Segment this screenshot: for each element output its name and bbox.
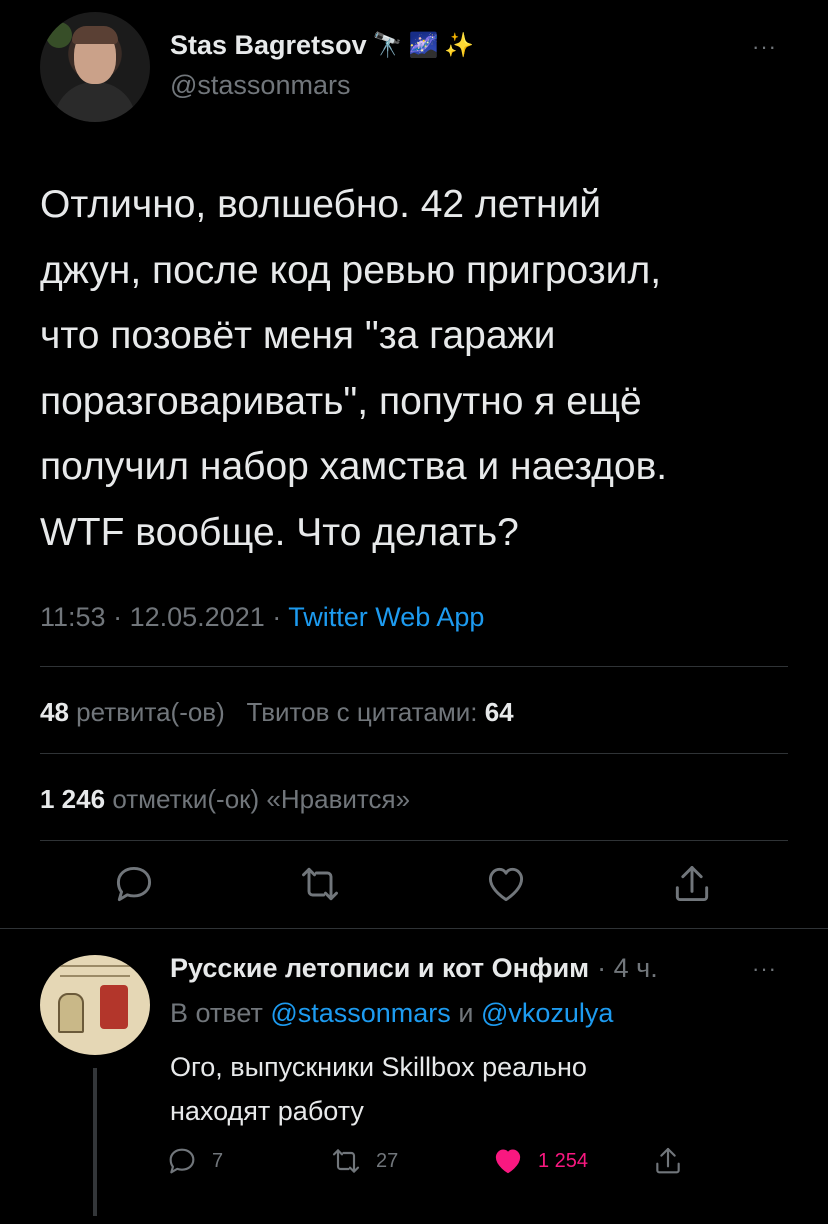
reply-prefix: В ответ: [170, 998, 263, 1028]
milky-way-emoji-icon: 🌌: [408, 31, 439, 59]
reply-share-button[interactable]: [652, 1145, 684, 1177]
divider: [40, 753, 788, 754]
sparkles-emoji-icon: ✨: [444, 31, 475, 59]
likes-count: 1 246: [40, 784, 106, 814]
avatar-background-light: [46, 22, 72, 48]
author-avatar[interactable]: [40, 12, 150, 122]
share-icon: [656, 1147, 680, 1174]
reply-author-name[interactable]: Русские летописи и кот Онфим: [170, 953, 589, 984]
reply-retweets-count: 27: [376, 1149, 399, 1172]
tweet-date: 12.05.2021: [129, 602, 265, 632]
section-divider: [0, 928, 828, 929]
mention-link[interactable]: @vkozulya: [481, 998, 613, 1028]
tweet-time: 11:53: [40, 602, 106, 632]
heart-icon[interactable]: [484, 862, 528, 906]
reply-text: Ого, выпускники Skillbox реально находят…: [170, 1052, 587, 1126]
avatar-hair: [72, 26, 118, 44]
reply-like-button[interactable]: 1 254: [492, 1145, 588, 1177]
avatar-hood: [54, 82, 136, 122]
author-name-row[interactable]: Stas Bagretsov 🔭 🌌 ✨: [170, 30, 474, 61]
reply-icon[interactable]: [112, 862, 156, 906]
tweet-meta: 11:53 · 12.05.2021 · Twitter Web App: [40, 602, 484, 633]
reply-replies-count: 7: [212, 1149, 224, 1172]
meta-separator: ·: [272, 602, 282, 632]
reply-author-avatar[interactable]: [40, 955, 150, 1055]
retweet-icon: [332, 1149, 360, 1173]
reply-to-line: В ответ @stassonmars и @vkozulya: [170, 998, 613, 1029]
avatar-figure-right: [100, 985, 128, 1029]
more-options-icon[interactable]: ···: [752, 34, 777, 60]
author-handle[interactable]: @stassonmars: [170, 70, 350, 101]
tweet-source-link[interactable]: Twitter Web App: [288, 602, 484, 632]
likes-stats[interactable]: 1 246 отметки(-ок) «Нравится»: [40, 784, 410, 815]
quotes-count: 64: [484, 697, 514, 727]
share-icon[interactable]: [670, 862, 714, 906]
divider: [40, 666, 788, 667]
likes-label: отметки(-ок) «Нравится»: [112, 784, 411, 814]
meta-separator: ·: [113, 602, 123, 632]
heart-filled-icon: [495, 1149, 521, 1174]
reply-time[interactable]: · 4 ч.: [597, 953, 658, 984]
thread-line: [93, 1068, 97, 1216]
divider: [40, 840, 788, 841]
tweet-action-bar: [40, 862, 788, 910]
reply-icon: [169, 1148, 195, 1174]
reply-likes-count: 1 254: [538, 1149, 589, 1172]
avatar-manuscript-text: [60, 965, 130, 977]
reply-retweet-button[interactable]: 27: [330, 1145, 398, 1177]
reply-reply-button[interactable]: 7: [166, 1145, 223, 1177]
reply-name-row[interactable]: Русские летописи и кот Онфим · 4 ч.: [170, 953, 658, 984]
retweet-icon[interactable]: [298, 862, 342, 906]
retweets-count: 48: [40, 697, 69, 727]
reply-conjunction: и: [458, 998, 474, 1028]
quotes-label: Твитов с цитатами:: [246, 697, 478, 727]
avatar-figure-left: [58, 993, 84, 1033]
retweet-stats[interactable]: 48 ретвита(-ов) Твитов с цитатами: 64: [40, 697, 514, 728]
reply-more-options-icon[interactable]: ···: [752, 956, 777, 982]
telescope-emoji-icon: 🔭: [372, 31, 403, 59]
tweet-text: Отлично, волшебно. 42 летний джун, после…: [40, 183, 668, 554]
mention-link[interactable]: @stassonmars: [270, 998, 450, 1028]
retweets-label: ретвита(-ов): [76, 697, 225, 727]
author-display-name[interactable]: Stas Bagretsov: [170, 30, 367, 61]
